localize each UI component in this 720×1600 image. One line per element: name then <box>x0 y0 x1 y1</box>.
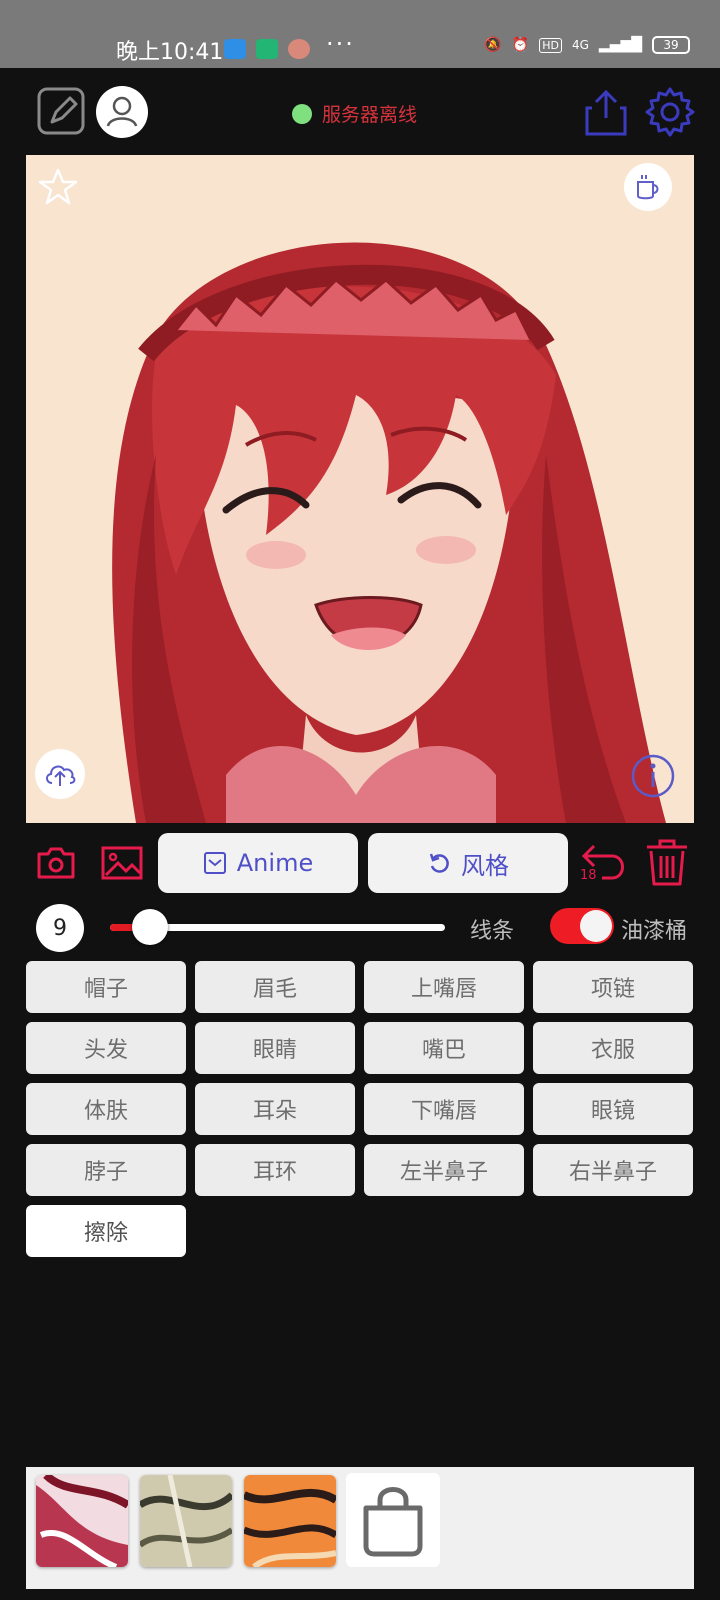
status-bar: 晚上10:41 ··· 🔕 ⏰ HD 4G ▂▄▆█ 39 <box>0 0 720 68</box>
part-button[interactable]: 眼睛 <box>195 1022 355 1074</box>
status-indicators: 🔕 ⏰ HD 4G ▂▄▆█ 39 <box>484 36 690 54</box>
shield-app-icon <box>256 39 278 59</box>
checkbox-icon <box>203 852 226 874</box>
status-time: 晚上10:41 <box>116 40 224 65</box>
part-button[interactable]: 下嘴唇 <box>364 1083 524 1135</box>
notification-app-icon <box>224 39 246 59</box>
shop-bag-button[interactable] <box>346 1473 440 1567</box>
server-status: 服务器离线 <box>292 100 417 127</box>
brush-size-badge: 9 <box>36 904 84 952</box>
paint-bucket-toggle[interactable] <box>550 908 614 944</box>
toggle-knob <box>580 910 612 942</box>
part-button[interactable]: 项链 <box>533 961 693 1013</box>
generated-anime-portrait <box>26 155 694 823</box>
part-button[interactable]: 右半鼻子 <box>533 1144 693 1196</box>
slider-thumb[interactable] <box>132 909 169 945</box>
drawing-canvas[interactable] <box>26 155 694 823</box>
part-button[interactable]: 头发 <box>26 1022 186 1074</box>
model-label: Anime <box>236 849 314 877</box>
network-label: 4G <box>571 38 589 52</box>
part-button[interactable]: 衣服 <box>533 1022 693 1074</box>
avatar-app-icon <box>288 39 310 59</box>
refresh-icon <box>429 853 449 873</box>
line-label: 线条 <box>470 919 515 944</box>
style-button[interactable]: 风格 <box>368 833 568 893</box>
part-button-grid: 帽子 眉毛 上嘴唇 项链头发 眼睛 嘴巴 衣服体肤 耳朵 下嘴唇 眼镜脖子 耳环 左半鼻子 右半鼻子擦除 <box>26 961 694 1257</box>
gallery-image-icon[interactable] <box>100 845 144 885</box>
user-avatar-button[interactable] <box>96 86 148 138</box>
part-button[interactable]: 体肤 <box>26 1083 186 1135</box>
part-button[interactable]: 帽子 <box>26 961 186 1013</box>
undo-count: 18 <box>580 868 597 883</box>
info-icon[interactable] <box>630 753 676 803</box>
hd-icon: HD <box>539 37 562 53</box>
user-icon <box>106 96 138 127</box>
coffee-cup-icon[interactable] <box>624 163 672 211</box>
part-button[interactable]: 耳朵 <box>195 1083 355 1135</box>
undo-button[interactable]: 18 <box>580 842 628 888</box>
brush-size-slider[interactable] <box>110 909 445 945</box>
part-button[interactable]: 嘴巴 <box>364 1022 524 1074</box>
edit-icon[interactable] <box>36 86 86 140</box>
server-status-text: 服务器离线 <box>322 104 418 126</box>
camera-icon[interactable] <box>36 845 76 885</box>
signal-icon: ▂▄▆█ <box>598 37 642 53</box>
cloud-upload-icon[interactable] <box>35 749 85 799</box>
status-dot <box>292 103 312 124</box>
settings-gear-icon[interactable] <box>644 86 696 142</box>
part-button[interactable]: 眉毛 <box>195 961 355 1013</box>
shopping-bag-icon <box>363 1487 423 1557</box>
paint-bucket-label: 油漆桶 <box>621 919 688 944</box>
mute-icon: 🔕 <box>484 37 502 53</box>
part-button[interactable]: 耳环 <box>195 1144 355 1196</box>
part-button[interactable]: 上嘴唇 <box>364 961 524 1013</box>
part-button[interactable]: 擦除 <box>26 1205 186 1257</box>
battery-indicator: 39 <box>652 36 690 54</box>
style-swatch-3[interactable] <box>244 1475 336 1567</box>
part-button[interactable]: 左半鼻子 <box>364 1144 524 1196</box>
style-swatch-1[interactable] <box>36 1475 128 1567</box>
style-label: 风格 <box>461 851 509 880</box>
style-swatch-2[interactable] <box>140 1475 232 1567</box>
favorite-star-icon[interactable] <box>38 167 78 211</box>
more-notifications-icon: ··· <box>326 30 355 58</box>
model-select-button[interactable]: Anime <box>158 833 358 893</box>
share-icon[interactable] <box>584 88 628 142</box>
part-button[interactable]: 眼镜 <box>533 1083 693 1135</box>
alarm-icon: ⏰ <box>511 37 530 53</box>
trash-icon[interactable] <box>644 838 690 892</box>
style-swatch-tray <box>26 1467 694 1589</box>
part-button[interactable]: 脖子 <box>26 1144 186 1196</box>
